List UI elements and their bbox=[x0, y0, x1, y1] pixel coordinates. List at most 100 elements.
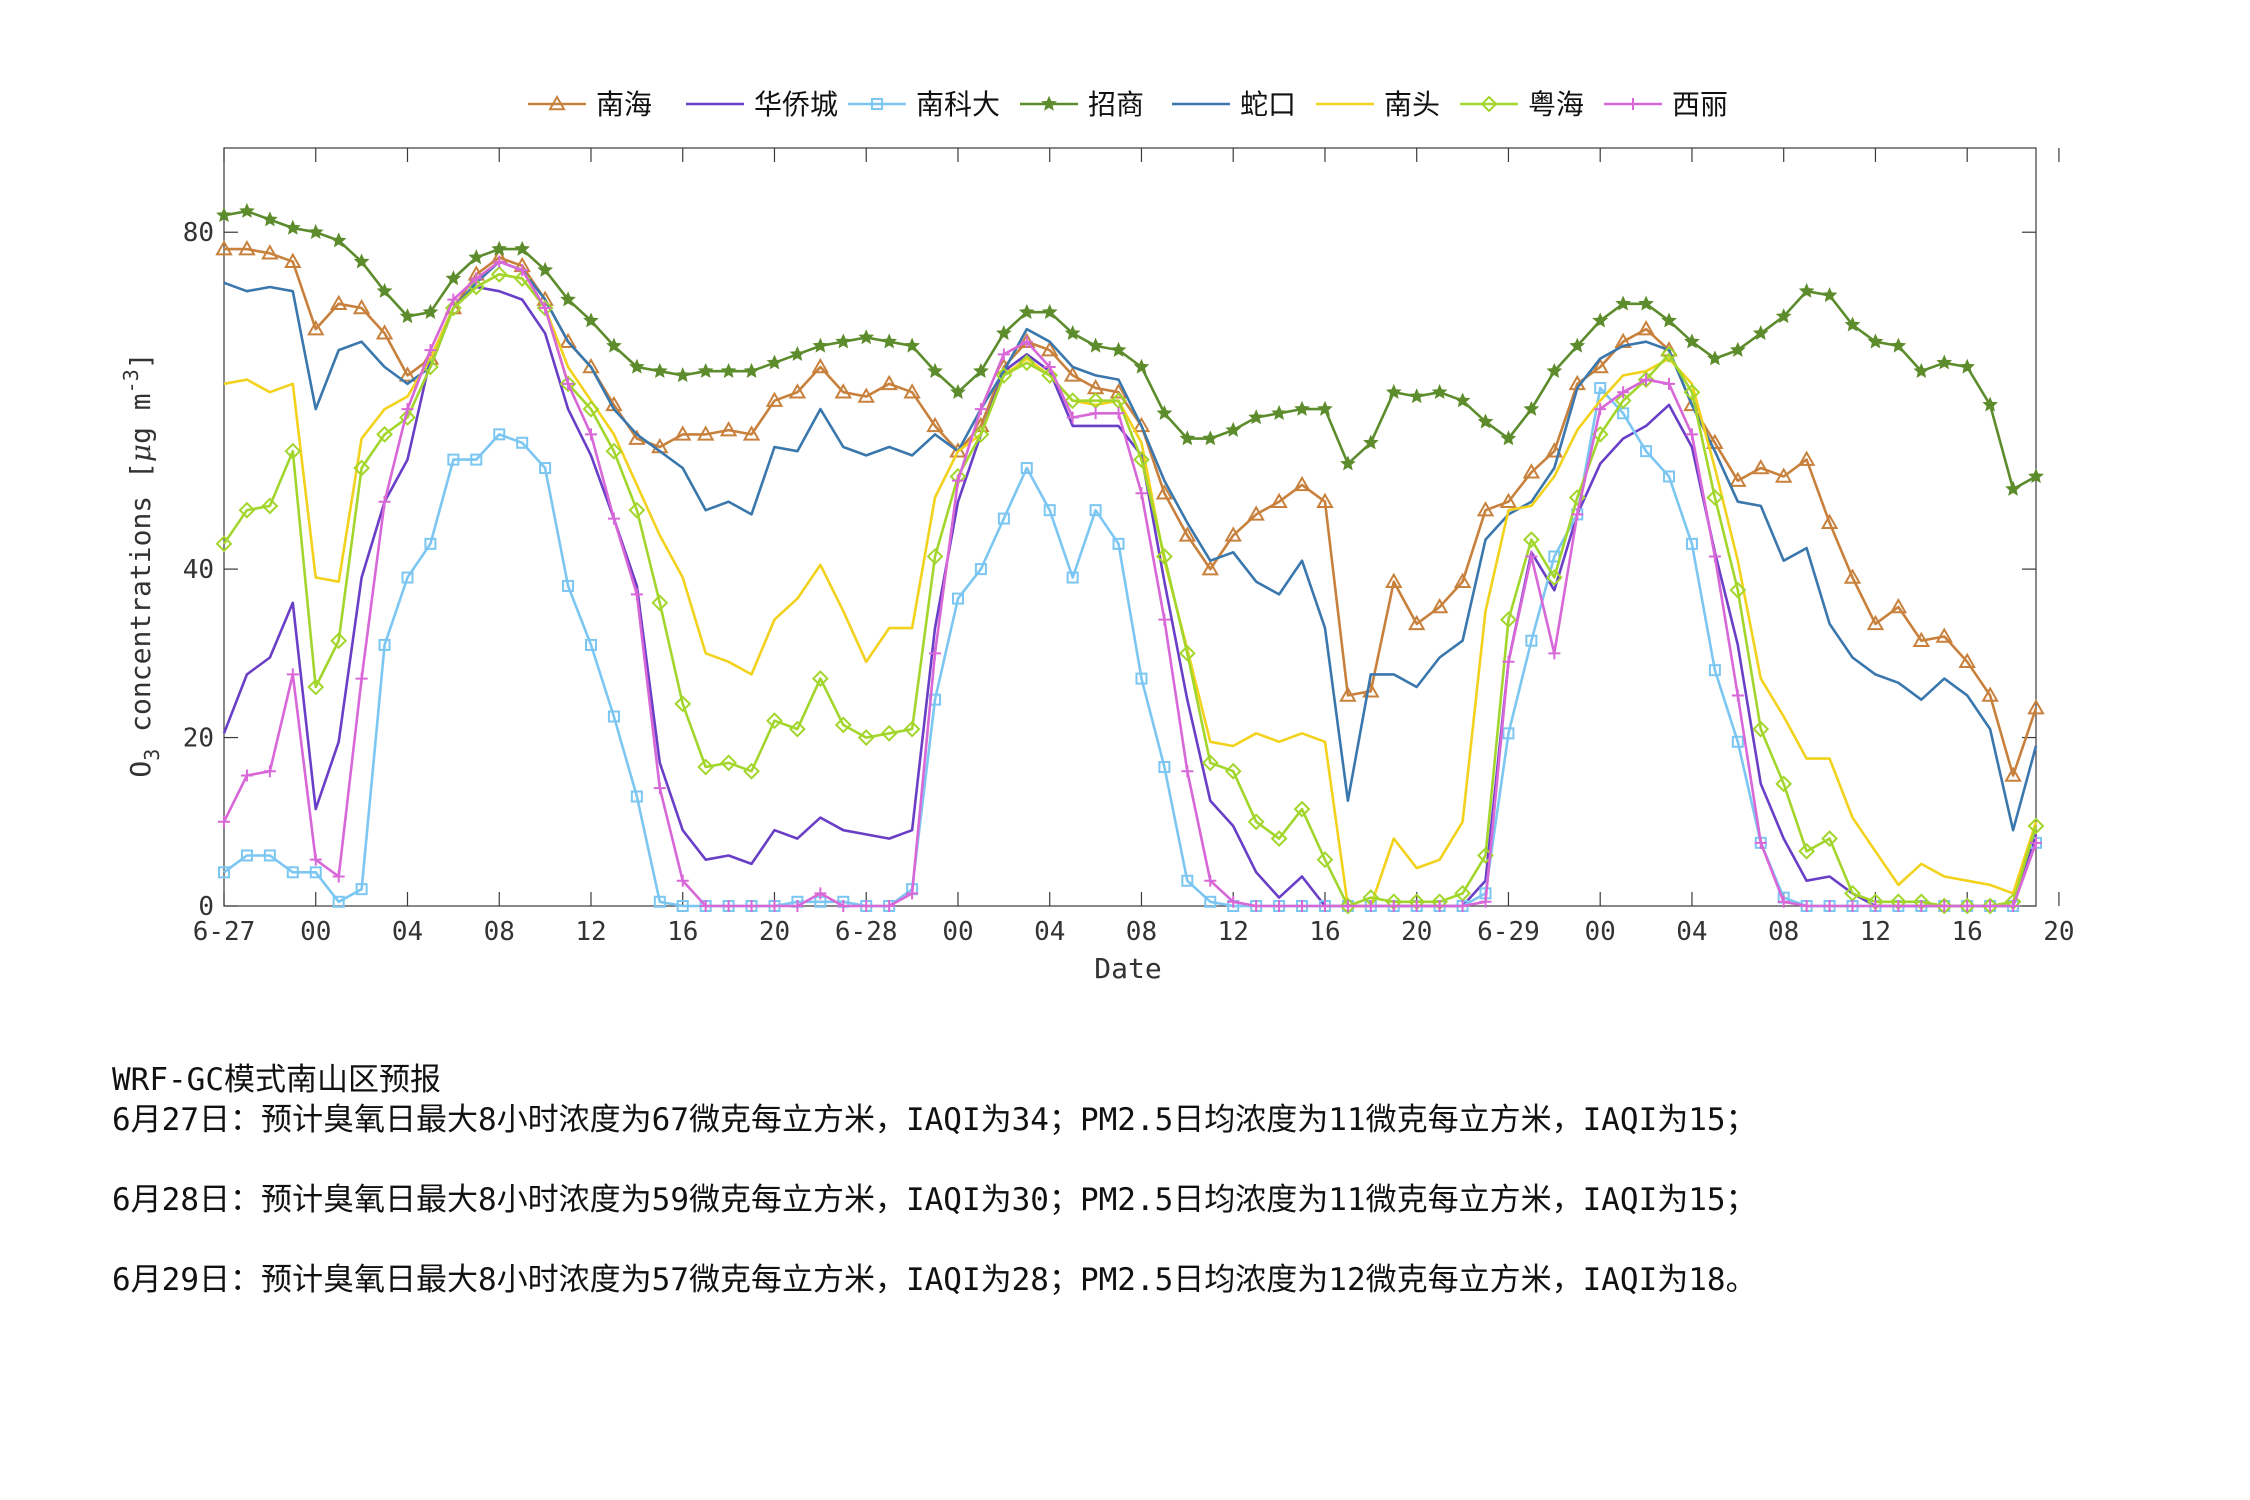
data-point bbox=[951, 474, 964, 487]
x-tick-label: 00 bbox=[300, 917, 331, 947]
legend-item-3: 南科大 bbox=[848, 88, 1000, 121]
data-point bbox=[1385, 383, 1402, 399]
legend-marker bbox=[1627, 98, 1639, 110]
data-point bbox=[697, 362, 714, 378]
x-tick-label: 20 bbox=[1401, 917, 1432, 947]
y-tick-label: 20 bbox=[183, 724, 214, 754]
data-point bbox=[812, 337, 829, 353]
forecast-title: WRF-GC模式南山区预报 bbox=[112, 1062, 441, 1098]
data-point bbox=[835, 333, 852, 349]
x-tick-label: 04 bbox=[392, 917, 423, 947]
data-point bbox=[1408, 388, 1425, 404]
series-1 bbox=[215, 240, 2045, 782]
forecast-line-2: 6月28日：预计臭氧日最大8小时浓度为59微克每立方米，IAQI为30；PM2.… bbox=[112, 1182, 1757, 1218]
series-8 bbox=[218, 255, 2042, 912]
legend-item-8: 西丽 bbox=[1604, 88, 1728, 121]
data-point bbox=[766, 354, 783, 370]
y-axis-title-mu: μ bbox=[124, 444, 157, 462]
data-point bbox=[1089, 407, 1102, 420]
legend-item-1: 南海 bbox=[528, 88, 652, 121]
legend-item-7: 粤海 bbox=[1460, 88, 1584, 121]
forecast-line-1: 6月27日：预计臭氧日最大8小时浓度为67微克每立方米，IAQI为34；PM2.… bbox=[112, 1102, 1757, 1138]
data-point bbox=[1225, 421, 1242, 437]
data-point bbox=[858, 329, 875, 345]
data-point bbox=[307, 223, 324, 239]
data-point bbox=[239, 202, 255, 218]
x-tick-label: 6-27 bbox=[193, 917, 256, 947]
legend-item-4: 招商 bbox=[1020, 88, 1144, 121]
series-line-6 bbox=[223, 272, 2038, 908]
data-point bbox=[584, 428, 597, 441]
legend-item-5: 蛇口 bbox=[1172, 88, 1296, 121]
forecast-note: WRF-GC模式南山区预报 6月27日：预计臭氧日最大8小时浓度为67微克每立方… bbox=[112, 1060, 1757, 1300]
legend-item-2: 华侨城 bbox=[686, 88, 838, 121]
data-point bbox=[1087, 337, 1104, 353]
series-line-5 bbox=[223, 260, 2038, 832]
data-point bbox=[1317, 400, 1333, 416]
data-point bbox=[674, 367, 691, 383]
data-point bbox=[216, 207, 232, 223]
data-point bbox=[401, 403, 414, 416]
data-point bbox=[1548, 647, 1561, 660]
x-tick-label: 08 bbox=[1126, 917, 1157, 947]
legend-label: 华侨城 bbox=[754, 88, 838, 121]
series-2 bbox=[222, 285, 2038, 908]
data-point bbox=[261, 211, 278, 227]
chart-legend: 南海 华侨城 南科大 招商 蛇口 南头 粤海 西丽 bbox=[528, 88, 1728, 121]
data-point bbox=[1181, 765, 1194, 778]
series-6 bbox=[223, 272, 2038, 908]
forecast-line-3: 6月29日：预计臭氧日最大8小时浓度为57微克每立方米，IAQI为28；PM2.… bbox=[112, 1262, 1757, 1298]
legend-label: 西丽 bbox=[1672, 88, 1728, 121]
data-point bbox=[1731, 689, 1744, 702]
series-7 bbox=[215, 265, 2045, 915]
x-axis-title: Date bbox=[1094, 952, 1161, 985]
data-point bbox=[263, 765, 276, 778]
data-point bbox=[491, 240, 508, 256]
x-tick-label: 08 bbox=[484, 917, 515, 947]
data-point bbox=[284, 219, 301, 235]
legend-label: 招商 bbox=[1088, 88, 1144, 121]
legend-label: 南头 bbox=[1384, 88, 1440, 121]
data-point bbox=[651, 362, 668, 378]
data-point bbox=[2005, 480, 2021, 496]
data-point bbox=[1133, 358, 1150, 374]
data-point bbox=[1271, 405, 1287, 421]
y-axis-title-unit: g m bbox=[124, 393, 157, 444]
data-point bbox=[607, 512, 620, 525]
data-point bbox=[1708, 550, 1721, 563]
x-tick-label: 6-29 bbox=[1477, 917, 1540, 947]
y-axis-title-rest: concentrations [ bbox=[124, 462, 157, 749]
data-point bbox=[1663, 377, 1676, 390]
x-tick-label: 6-28 bbox=[835, 917, 898, 947]
y-tick-label: 40 bbox=[183, 555, 214, 585]
y-axis-title-sup: -3 bbox=[119, 369, 143, 393]
data-point bbox=[1523, 400, 1540, 416]
y-axis-title-o: O bbox=[124, 761, 157, 778]
series-line-2 bbox=[222, 285, 2038, 908]
x-tick-label: 12 bbox=[575, 917, 606, 947]
data-point bbox=[997, 348, 1010, 361]
data-point bbox=[1821, 287, 1838, 303]
data-point bbox=[1959, 358, 1976, 374]
data-point bbox=[240, 769, 253, 782]
x-tick-label: 16 bbox=[667, 917, 698, 947]
legend-label: 南海 bbox=[596, 88, 652, 121]
x-tick-label: 16 bbox=[1309, 917, 1340, 947]
legend-label: 南科大 bbox=[916, 88, 1000, 121]
data-point bbox=[1135, 487, 1148, 500]
x-tick-label: 16 bbox=[1952, 917, 1983, 947]
data-point bbox=[378, 495, 391, 508]
data-point bbox=[218, 815, 230, 828]
data-point bbox=[743, 362, 760, 378]
x-tick-label: 00 bbox=[1585, 917, 1616, 947]
x-tick-label: 20 bbox=[2043, 917, 2074, 947]
x-tick-label: 20 bbox=[759, 917, 790, 947]
series-line-7 bbox=[222, 272, 2038, 908]
data-point bbox=[1158, 613, 1171, 626]
series-5 bbox=[223, 260, 2038, 832]
y-axis-title-sub: 3 bbox=[140, 749, 164, 761]
legend-label: 粤海 bbox=[1528, 88, 1584, 121]
data-point bbox=[1936, 354, 1953, 370]
series-layer bbox=[215, 202, 2045, 915]
data-point bbox=[630, 588, 643, 601]
